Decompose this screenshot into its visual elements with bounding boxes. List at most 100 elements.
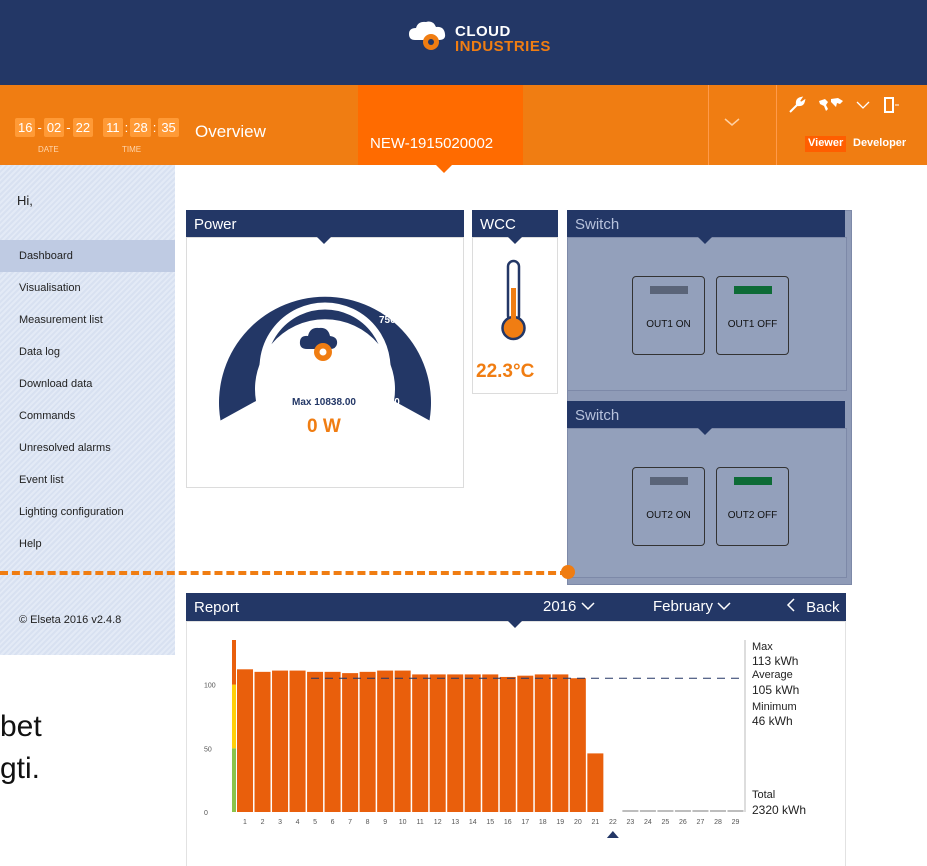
stat-max-value: 113 kWh bbox=[752, 654, 799, 668]
y-tick-label: 50 bbox=[204, 746, 212, 753]
power-value: 0 W bbox=[307, 416, 341, 437]
sidebar-item-data-log[interactable]: Data log bbox=[0, 336, 175, 368]
switch1-panel bbox=[567, 237, 847, 391]
out1-off-button[interactable]: OUT1 OFF bbox=[716, 276, 789, 355]
sidebar-item-help[interactable]: Help bbox=[0, 528, 175, 560]
x-tick-label: 9 bbox=[383, 819, 387, 826]
sidebar-item-lighting-configuration[interactable]: Lighting configuration bbox=[0, 496, 175, 528]
x-tick-label: 29 bbox=[732, 819, 740, 826]
sidebar-item-measurement-list[interactable]: Measurement list bbox=[0, 304, 175, 336]
bar-empty-28 bbox=[709, 810, 726, 812]
toolbar-icons bbox=[788, 96, 900, 114]
x-tick-label: 28 bbox=[714, 819, 722, 826]
year-select[interactable]: 2016 bbox=[543, 598, 595, 615]
x-tick-label: 16 bbox=[504, 819, 512, 826]
top-header: CLOUD INDUSTRIES bbox=[0, 0, 927, 85]
brand-line1: CLOUD bbox=[455, 23, 511, 40]
sidebar-item-unresolved-alarms[interactable]: Unresolved alarms bbox=[0, 432, 175, 464]
time-caption: TIME bbox=[122, 145, 142, 154]
bar-day-17 bbox=[517, 675, 534, 812]
sidebar-item-download-data[interactable]: Download data bbox=[0, 368, 175, 400]
bar-day-21 bbox=[587, 753, 604, 812]
wcc-temperature: 22.3°C bbox=[476, 361, 535, 382]
bar-day-4 bbox=[289, 670, 306, 812]
bar-day-2 bbox=[254, 671, 271, 812]
bar-day-11 bbox=[412, 674, 429, 812]
report-header: Report 2016 February Back bbox=[186, 593, 846, 621]
bar-day-9 bbox=[377, 670, 394, 812]
drag-connector-line bbox=[0, 571, 568, 575]
world-map-icon[interactable] bbox=[818, 97, 844, 113]
x-tick-label: 17 bbox=[521, 819, 529, 826]
sidebar-item-visualisation[interactable]: Visualisation bbox=[0, 272, 175, 304]
x-tick-label: 6 bbox=[331, 819, 335, 826]
x-tick-label: 20 bbox=[574, 819, 582, 826]
out2-off-button[interactable]: OUT2 OFF bbox=[716, 467, 789, 546]
stat-minimum-label: Minimum bbox=[752, 701, 797, 713]
x-tick-label: 7 bbox=[348, 819, 352, 826]
stat-average-label: Average bbox=[752, 669, 793, 681]
tab-overview[interactable]: Overview bbox=[195, 122, 266, 142]
month-select[interactable]: February bbox=[653, 598, 731, 615]
wrench-icon[interactable] bbox=[788, 96, 806, 114]
role-developer[interactable]: Developer bbox=[850, 136, 909, 152]
bar-empty-29 bbox=[727, 810, 744, 812]
report-title: Report bbox=[194, 599, 240, 616]
bar-day-8 bbox=[359, 671, 376, 812]
background-text-1: bet bbox=[0, 710, 42, 743]
out2-on-label: OUT2 ON bbox=[646, 510, 691, 521]
out1-off-led bbox=[734, 286, 772, 294]
tab-device[interactable]: NEW-1915020002 bbox=[358, 85, 523, 165]
gauge-tick-5000: 5000 bbox=[307, 274, 330, 285]
bar-empty-23 bbox=[622, 810, 639, 812]
x-tick-label: 14 bbox=[469, 819, 477, 826]
sidebar-item-event-list[interactable]: Event list bbox=[0, 464, 175, 496]
date-year: 16 bbox=[15, 118, 36, 137]
back-label: Back bbox=[806, 599, 840, 616]
out2-on-button[interactable]: OUT2 ON bbox=[632, 467, 705, 546]
drag-handle[interactable] bbox=[561, 565, 575, 579]
switch2-panel bbox=[567, 428, 847, 578]
bar-day-5 bbox=[307, 671, 324, 812]
x-tick-label: 12 bbox=[434, 819, 442, 826]
x-tick-label: 26 bbox=[679, 819, 687, 826]
power-max: Max 10838.00 bbox=[292, 397, 356, 408]
sidebar-item-commands[interactable]: Commands bbox=[0, 400, 175, 432]
out2-off-label: OUT2 OFF bbox=[727, 510, 778, 521]
x-tick-label: 25 bbox=[662, 819, 670, 826]
chevron-left-icon bbox=[786, 598, 795, 612]
back-button[interactable]: Back bbox=[786, 598, 840, 616]
bar-day-18 bbox=[534, 674, 551, 812]
out1-on-button[interactable]: OUT1 ON bbox=[632, 276, 705, 355]
x-tick-label: 3 bbox=[278, 819, 282, 826]
background-text-2: gti. bbox=[0, 752, 41, 785]
brand-logo[interactable]: CLOUD INDUSTRIES bbox=[405, 18, 565, 68]
bar-day-15 bbox=[482, 674, 499, 812]
active-tab-caret bbox=[435, 164, 453, 173]
tab-device-label: NEW-1915020002 bbox=[370, 135, 494, 152]
switch1-title: Switch bbox=[567, 210, 845, 237]
logout-icon[interactable] bbox=[882, 96, 900, 114]
greeting: Hi, bbox=[17, 193, 33, 208]
x-tick-label: 4 bbox=[296, 819, 300, 826]
role-viewer[interactable]: Viewer bbox=[805, 136, 847, 152]
x-tick-label: 21 bbox=[591, 819, 599, 826]
gauge-tick-7500: 7500 bbox=[379, 315, 402, 326]
language-chevron-icon[interactable] bbox=[856, 98, 870, 112]
chevron-down-icon[interactable] bbox=[722, 112, 742, 132]
bar-day-3 bbox=[272, 670, 289, 812]
bar-day-14 bbox=[464, 674, 481, 812]
bar-day-20 bbox=[569, 678, 586, 812]
today-marker bbox=[606, 831, 619, 838]
time-second: 35 bbox=[158, 118, 179, 137]
out1-off-label: OUT1 OFF bbox=[727, 319, 778, 330]
x-tick-label: 27 bbox=[697, 819, 705, 826]
year-select-label: 2016 bbox=[543, 598, 577, 615]
y-band-mid bbox=[232, 684, 236, 749]
stat-max-label: Max bbox=[752, 641, 773, 653]
bar-day-16 bbox=[499, 676, 516, 812]
sidebar-item-dashboard[interactable]: Dashboard bbox=[0, 240, 175, 272]
date-day: 22 bbox=[72, 118, 94, 137]
bar-day-13 bbox=[447, 674, 464, 812]
bar-empty-26 bbox=[674, 810, 691, 812]
